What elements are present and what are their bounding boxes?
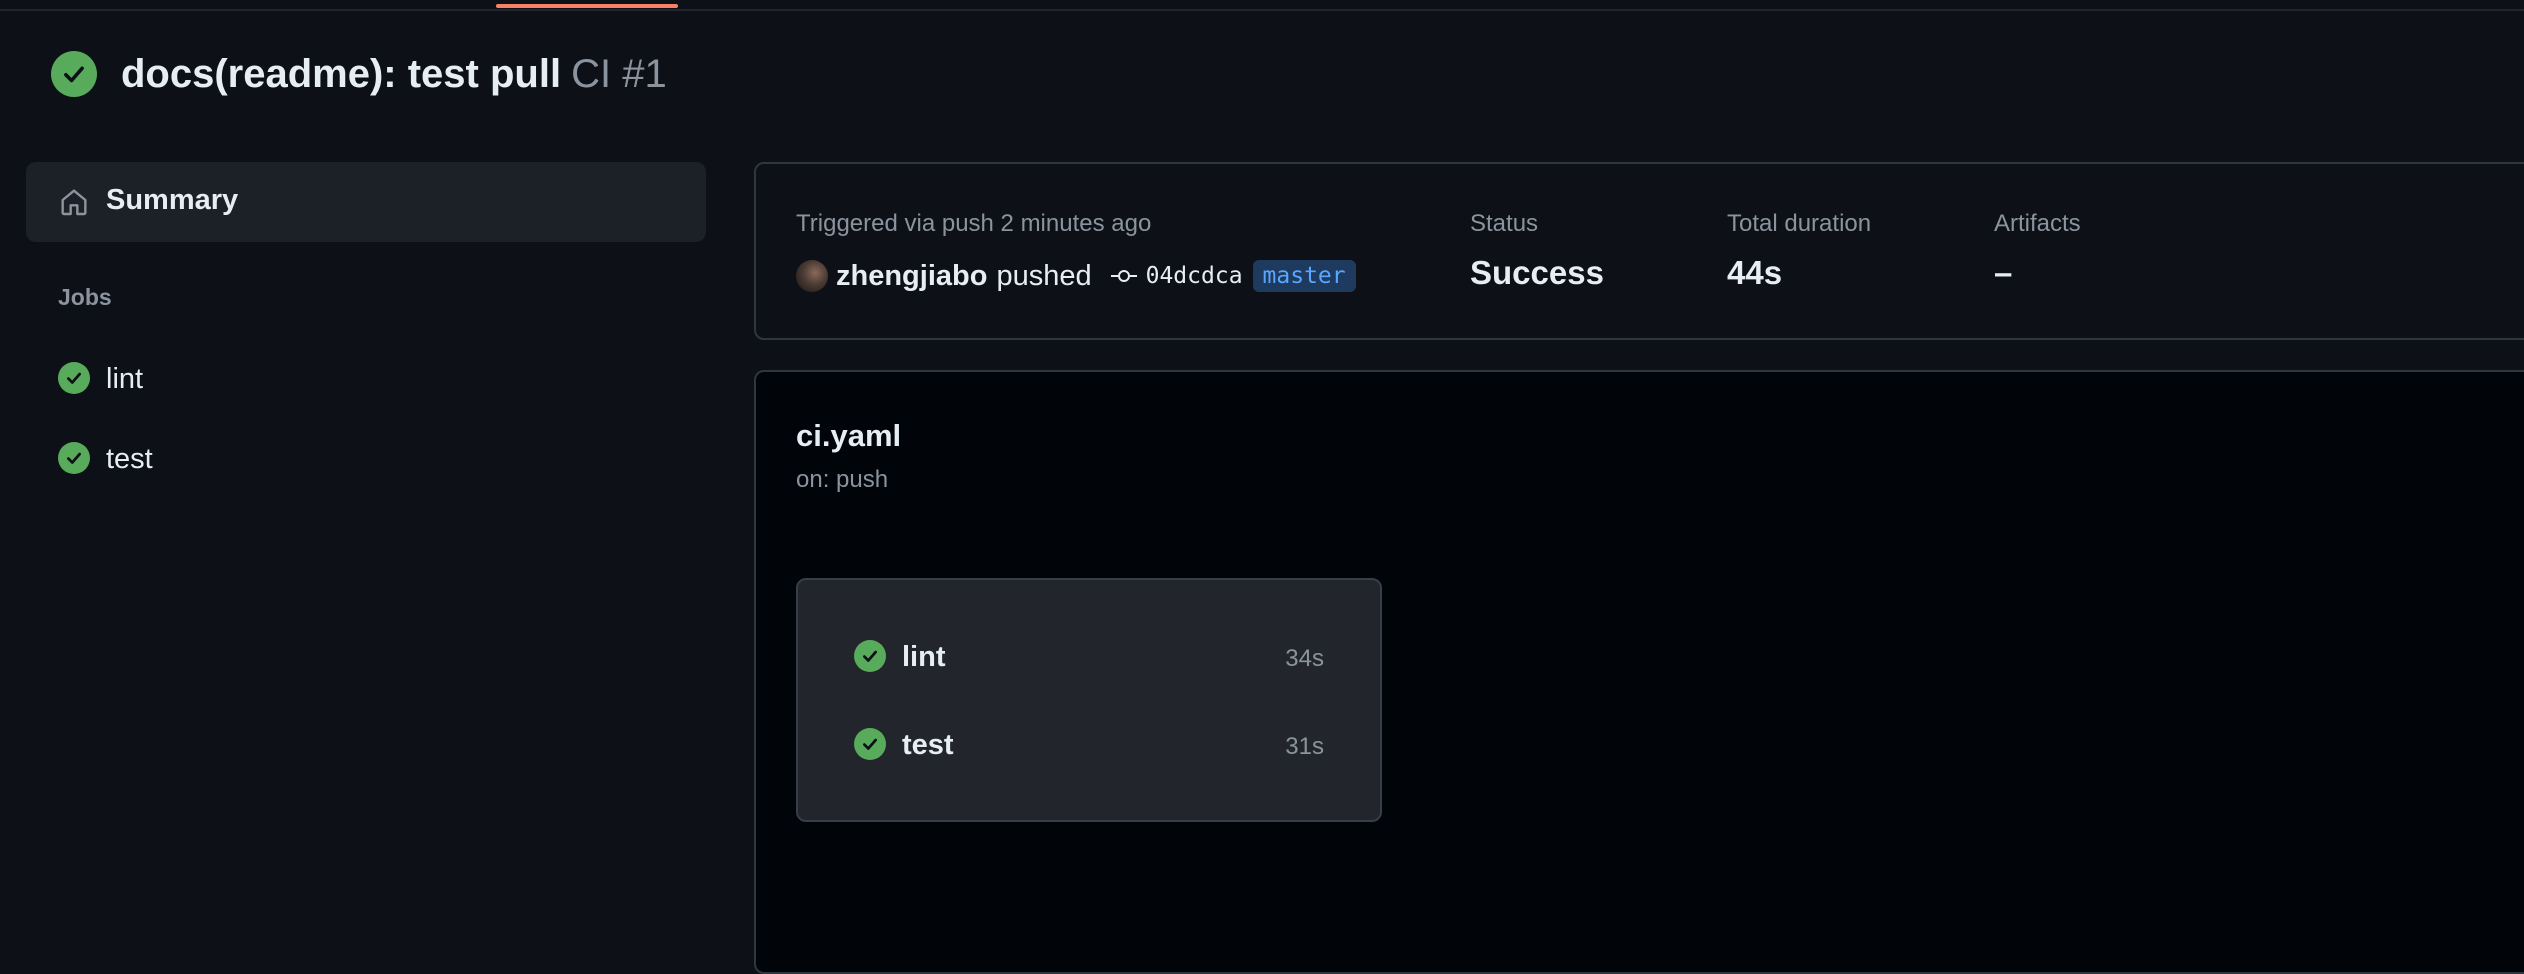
graph-job-name: lint	[902, 641, 946, 673]
pusher-row: zhengjiabo pushed 04dcdca master	[796, 256, 1356, 296]
graph-job-duration: 31s	[1285, 733, 1324, 760]
avatar[interactable]	[796, 260, 828, 292]
duration-label: Total duration	[1727, 210, 1872, 237]
artifacts-value: –	[1994, 254, 2013, 291]
branch-badge[interactable]: master	[1252, 260, 1356, 292]
check-circle-icon	[854, 728, 886, 760]
active-tab-indicator	[496, 4, 678, 8]
run-label: CI #1	[571, 51, 667, 96]
check-circle-icon	[58, 362, 90, 394]
sidebar-item-summary[interactable]: Summary	[26, 162, 706, 242]
check-circle-icon	[58, 442, 90, 474]
commit-sha-link[interactable]: 04dcdca	[1146, 263, 1243, 289]
sidebar-job-lint[interactable]: lint	[26, 348, 706, 408]
actor-link[interactable]: zhengjiabo	[836, 260, 987, 293]
graph-job-name: test	[902, 729, 954, 761]
sidebar-item-label: Summary	[106, 184, 239, 216]
check-circle-icon	[51, 51, 97, 97]
artifacts-label: Artifacts	[1994, 210, 2081, 237]
sidebar-job-label: lint	[106, 363, 144, 395]
graph-job-test[interactable]: test 31s	[854, 724, 1324, 764]
status-value: Success	[1470, 254, 1604, 291]
top-tab-bar	[0, 0, 2524, 11]
sidebar-job-label: test	[106, 443, 153, 475]
status-label: Status	[1470, 210, 1539, 237]
duration-value: 44s	[1727, 254, 1783, 291]
push-action: pushed	[996, 259, 1092, 292]
sidebar-job-test[interactable]: test	[26, 428, 706, 488]
run-info-card: Triggered via push 2 minutes ago zhengji…	[754, 162, 2524, 340]
graph-job-lint[interactable]: lint 34s	[854, 636, 1324, 676]
graph-job-duration: 34s	[1285, 645, 1324, 672]
workflow-graph-card: ci.yaml on: push lint 34s test 31s	[754, 370, 2524, 974]
run-title: docs(readme): test pull	[121, 51, 562, 96]
run-header: docs(readme): test pull CI #1	[51, 48, 667, 100]
jobs-heading: Jobs	[58, 284, 112, 310]
trigger-text: Triggered via push 2 minutes ago	[796, 210, 1152, 237]
git-commit-icon	[1110, 270, 1137, 282]
check-circle-icon	[854, 640, 886, 672]
workflow-trigger: on: push	[796, 466, 889, 493]
workflow-jobs-group: lint 34s test 31s	[796, 578, 1382, 822]
workflow-name: ci.yaml	[796, 418, 902, 453]
home-icon	[61, 189, 87, 216]
